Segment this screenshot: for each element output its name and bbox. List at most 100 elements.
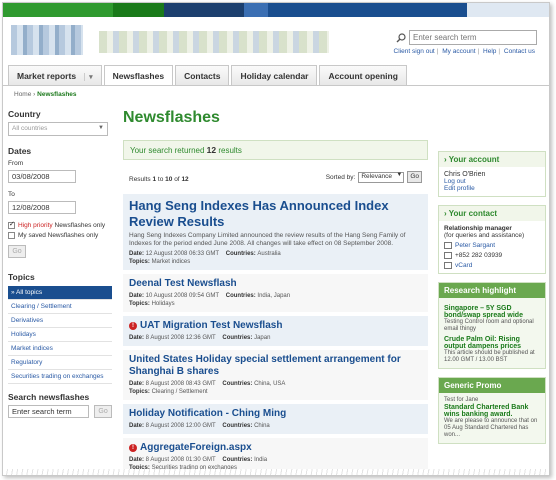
topic-market-indices[interactable]: Market indices	[8, 342, 112, 356]
topic-derivatives[interactable]: Derivatives	[8, 314, 112, 328]
newsflash-meta: Date: 8 August 2008 12:36 GMT Countries:…	[129, 334, 422, 342]
global-search-input[interactable]	[409, 30, 537, 45]
filter-sidebar: Country All countries ▼ Dates From 03/08/…	[8, 109, 112, 418]
range-prefix: Results	[129, 176, 153, 183]
results-range: Results 1 to 10 of 12	[129, 176, 189, 183]
tab-market-reports[interactable]: Market reports ▾	[8, 65, 102, 85]
global-search	[396, 30, 537, 45]
high-priority-rest: Newsflashes only	[52, 222, 106, 229]
tab-label: Contacts	[184, 71, 221, 81]
promo-heading: Generic Promo	[439, 378, 545, 393]
results-prefix: Your search returned	[130, 146, 207, 155]
from-label: From	[8, 160, 24, 167]
newsflash-date: 8 August 2008 12:00 GMT	[145, 423, 216, 429]
research-item-link[interactable]: Singapore – 5Y SGD bond/swap spread wide	[444, 305, 540, 319]
countries-label: Countries:	[225, 251, 258, 257]
promo-title-link[interactable]: Standard Chartered Bank wins banking awa…	[444, 404, 540, 418]
from-date-field[interactable]: 03/08/2008	[8, 170, 76, 183]
search-go-button[interactable]: Go	[94, 405, 112, 418]
research-item-sub: Testing Control room and optional email …	[444, 319, 534, 332]
newsflash-countries: China	[254, 423, 270, 429]
contact-name-link[interactable]: Peter Sargant	[455, 242, 495, 249]
newsflash-countries: China, USA	[254, 381, 286, 387]
date-label: Date:	[129, 293, 146, 299]
client-sign-out-link[interactable]: Client sign out	[394, 48, 435, 55]
utility-links: Client sign out | My account | Help | Conta…	[393, 48, 535, 55]
account-panel: › Your account Chris O'Brien Log out Edi…	[438, 151, 546, 197]
tab-divider	[3, 85, 549, 86]
promo-sub: We are please to announce that on 05 Aug…	[444, 418, 538, 438]
newsflash-title-link[interactable]: AggregateForeign.aspx	[140, 442, 252, 453]
contact-us-link[interactable]: Contact us	[504, 48, 535, 55]
tab-newsflashes[interactable]: Newsflashes	[103, 65, 174, 85]
torn-edge	[3, 469, 549, 475]
checkbox-checked[interactable]	[8, 220, 15, 229]
newsflash-meta: Date: 12 August 2008 06:33 GMT Countries…	[129, 250, 422, 266]
date-label: Date:	[129, 335, 146, 341]
checkbox-unchecked[interactable]	[8, 232, 15, 239]
newsflash-countries: Japan	[254, 335, 271, 341]
newsflash-date: 8 August 2008 01:30 GMT	[145, 457, 216, 463]
contact-role: Relationship manager	[444, 225, 512, 232]
newsflash-title-link[interactable]: United States Holiday special settlement…	[129, 354, 422, 378]
newsflash-item: Hang Seng Indexes Has Announced Index Re…	[123, 194, 428, 270]
newsflash-title-link[interactable]: UAT Migration Test Newsflash	[140, 320, 282, 331]
tab-holiday-calendar[interactable]: Holiday calendar	[231, 65, 318, 85]
breadcrumb-current: Newsflashes	[37, 91, 77, 98]
help-link[interactable]: Help	[483, 48, 496, 55]
to-date-field[interactable]: 12/08/2008	[8, 201, 76, 214]
breadcrumb-home[interactable]: Home	[14, 91, 31, 98]
search-newsflashes-heading: Search newsflashes	[8, 392, 90, 402]
sorted-by-label: Sorted by:	[325, 173, 356, 181]
main-content: Newsflashes Your search returned 12 resu…	[123, 109, 428, 475]
newsflash-title-link[interactable]: Deenal Test Newsflash	[129, 278, 422, 290]
newsflash-countries: India	[254, 457, 268, 463]
saved-only-label: My saved Newsflashes only	[18, 232, 99, 239]
range-to: to	[156, 176, 166, 183]
sort-select[interactable]: Relevance ▼	[358, 171, 405, 183]
newsflash-date: 12 August 2008 06:33 GMT	[145, 251, 220, 257]
logout-link[interactable]: Log out	[444, 178, 540, 185]
newsflash-item: United States Holiday special settlement…	[123, 350, 428, 400]
right-sidebar: › Your account Chris O'Brien Log out Edi…	[438, 151, 546, 452]
chevron-down-icon: ▼	[396, 171, 403, 178]
page-title: Newsflashes	[123, 109, 220, 126]
topic-all[interactable]: » All topics	[8, 286, 112, 300]
country-select[interactable]: All countries ▼	[8, 122, 108, 136]
chevron-right-icon: ›	[444, 209, 447, 218]
to-label: To	[8, 191, 15, 198]
newsflash-title-link[interactable]: Hang Seng Indexes Has Announced Index Re…	[129, 198, 422, 230]
filter-go-button[interactable]: Go	[8, 245, 26, 258]
search-icon[interactable]	[396, 32, 406, 43]
dates-heading: Dates	[8, 146, 32, 156]
newsflash-topics: Market indices	[151, 259, 191, 265]
newsflash-title-link[interactable]: Holiday Notification - Ching Ming	[129, 408, 422, 420]
sort-go-button[interactable]: Go	[407, 171, 422, 183]
research-item-link[interactable]: Crude Palm Oil: Rising output dampens pr…	[444, 336, 540, 350]
chevron-down-icon: ▼	[98, 125, 104, 131]
tab-account-opening[interactable]: Account opening	[319, 65, 407, 85]
topics-label: Topics:	[129, 389, 152, 395]
results-summary: Your search returned 12 results	[123, 140, 428, 160]
tab-label: Market reports	[17, 71, 77, 81]
countries-label: Countries:	[222, 423, 255, 429]
topic-regulatory[interactable]: Regulatory	[8, 356, 112, 370]
chevron-down-icon[interactable]: ▾	[84, 73, 93, 81]
saved-only-checkbox[interactable]: My saved Newsflashes only	[8, 232, 112, 239]
vcard-link[interactable]: vCard	[455, 262, 472, 269]
edit-profile-link[interactable]: Edit profile	[444, 185, 540, 192]
newsflash-item: Holiday Notification - Ching Ming Date: …	[123, 404, 428, 434]
topic-clearing-settlement[interactable]: Clearing / Settlement	[8, 300, 112, 314]
newsflash-search-input[interactable]: Enter search term	[8, 405, 90, 418]
newsflash-item: Deenal Test Newsflash Date: 10 August 20…	[123, 274, 428, 312]
high-priority-checkbox[interactable]: High priority Newsflashes only	[8, 220, 112, 229]
high-priority-icon: !	[129, 444, 137, 452]
tab-contacts[interactable]: Contacts	[175, 65, 230, 85]
newsflash-meta: Date: 10 August 2008 09:54 GMT Countries…	[129, 292, 422, 308]
breadcrumb-separator: ›	[33, 91, 36, 98]
topic-holidays[interactable]: Holidays	[8, 328, 112, 342]
country-select-value: All countries	[12, 125, 48, 132]
topic-securities-trading[interactable]: Securities trading on exchanges	[8, 370, 112, 384]
newsflash-date: 8 August 2008 12:36 GMT	[145, 335, 216, 341]
my-account-link[interactable]: My account	[442, 48, 475, 55]
